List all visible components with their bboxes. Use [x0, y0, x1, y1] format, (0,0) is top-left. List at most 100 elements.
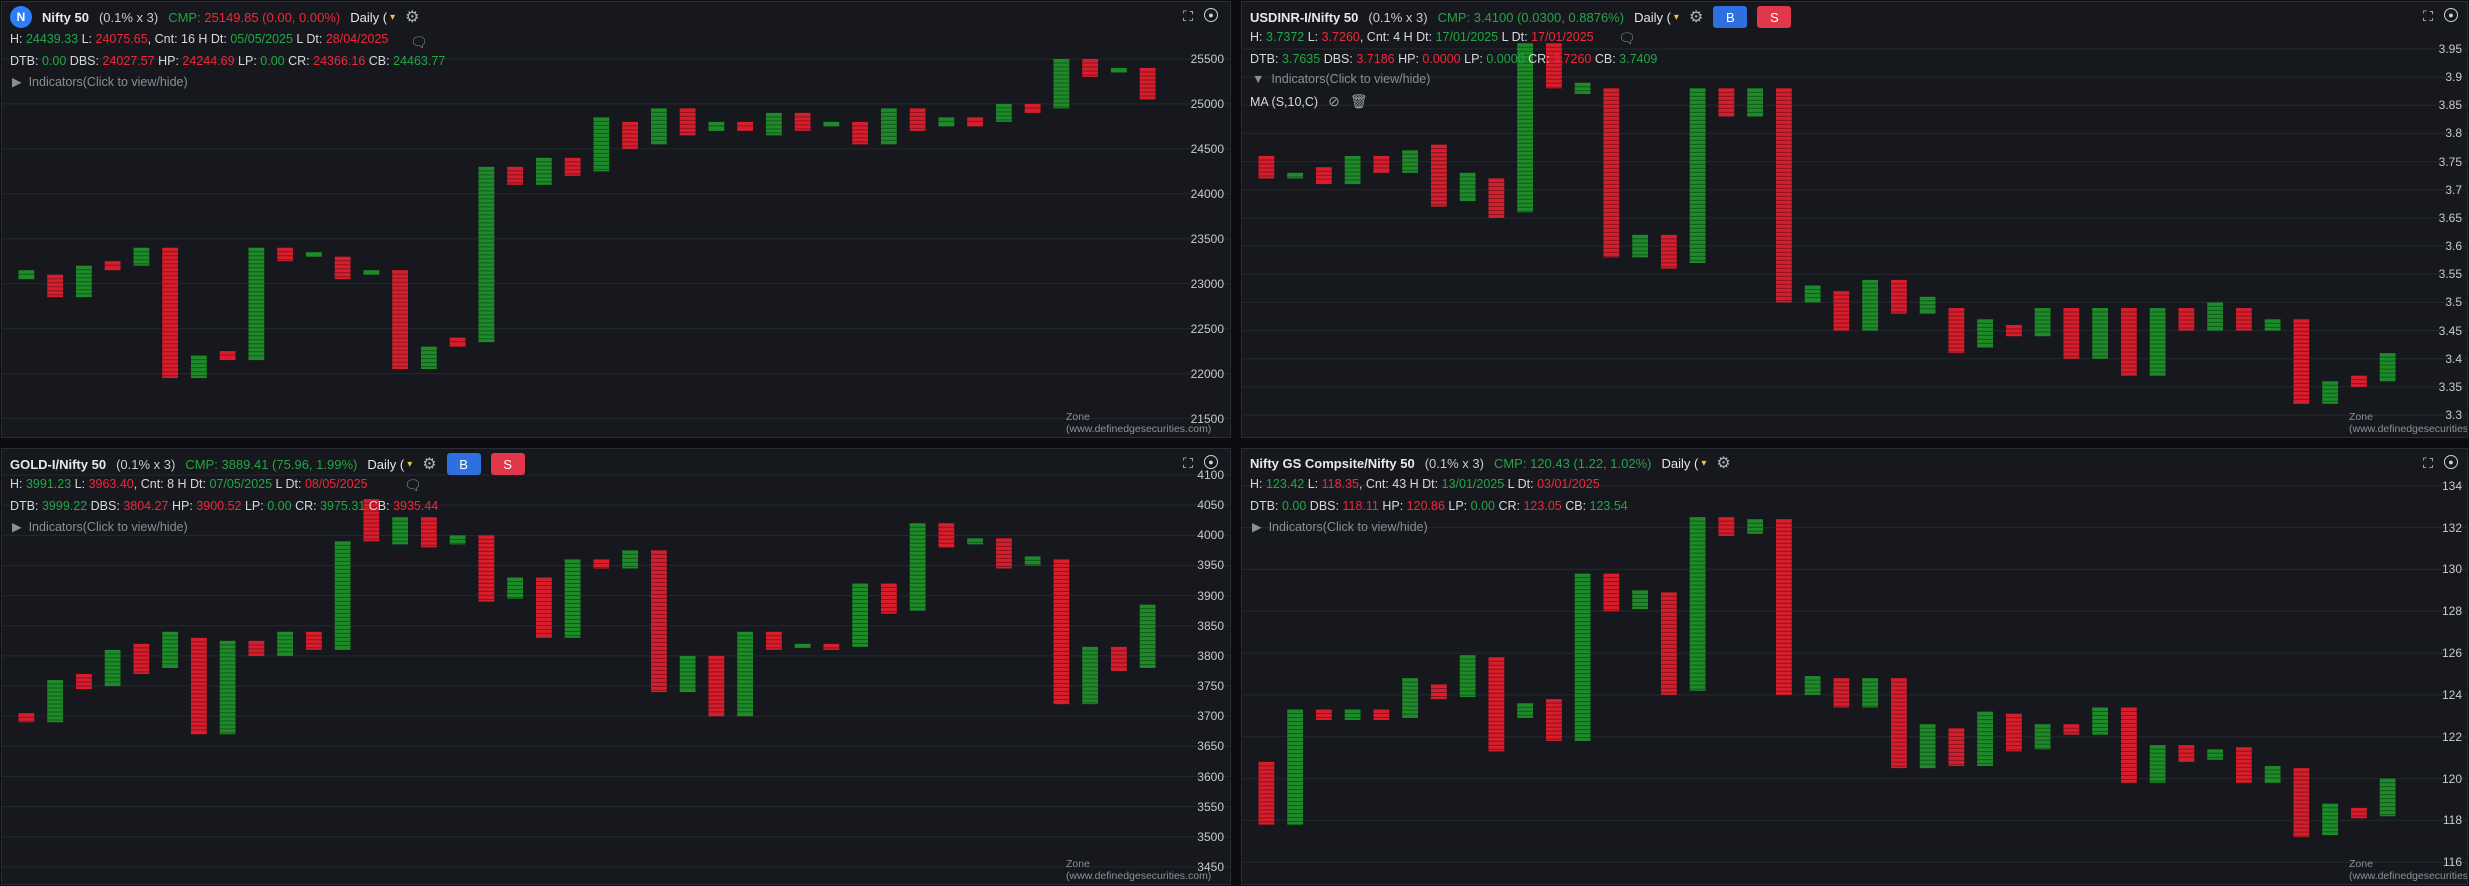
indicators-toggle[interactable]: ▶ Indicators(Click to view/hide)	[1252, 519, 1428, 534]
indicators-toggle[interactable]: ▼ Indicators(Click to view/hide)	[1252, 72, 1430, 86]
ma-label: MA (S,10,C)	[1250, 94, 1319, 109]
y-tick-label: 23500	[1190, 231, 1224, 246]
y-axis[interactable]: 134 132 130 128 126 124 122 120 118 116	[2418, 449, 2467, 884]
renko-chart[interactable]	[1242, 2, 2468, 438]
comment-icon[interactable]: 🗨	[404, 477, 422, 494]
expand-icon[interactable]: ⛶	[1180, 8, 1196, 24]
y-axis[interactable]: 4100 4050 4000 3950 3900 3850 3800 3750 3700 3650…	[1180, 449, 1230, 884]
renko-column-up	[2207, 749, 2224, 760]
renko-column-up	[1632, 234, 1649, 258]
gear-icon[interactable]: ⚙	[422, 454, 436, 474]
symbol-name[interactable]: GOLD-I/Nifty 50	[10, 457, 106, 472]
chart-panel-gold[interactable]: GOLD-I/Nifty 50 (0.1% x 3) CMP: 3889.41 …	[1, 448, 1231, 885]
camera-icon[interactable]: ●	[1204, 8, 1218, 22]
y-tick-label: 3650	[1197, 739, 1224, 754]
gear-icon[interactable]: ⚙	[1716, 453, 1730, 473]
stats-row-2: DTB: 3999.22 DBS: 3804.27 HP: 3900.52 LP…	[10, 499, 439, 513]
renko-column-down	[852, 121, 869, 145]
y-axis[interactable]: 3.95 3.9 3.85 3.8 3.75 3.7 3.65 3.6 3.55 3.5 3.45 3…	[2418, 2, 2467, 437]
stats-row-2: DTB: 0.00 DBS: 24027.57 HP: 24244.69 LP:…	[10, 54, 446, 68]
box-multiplier: (0.1% x 3)	[1368, 9, 1428, 25]
chart-panel-nifty50[interactable]: N Nifty 50 (0.1% x 3) CMP: 25149.85 (0.0…	[1, 1, 1231, 438]
renko-column-up	[305, 252, 322, 257]
y-tick-label: 22000	[1190, 366, 1224, 381]
comment-icon[interactable]: 🗨	[1618, 30, 1636, 47]
renko-column-up	[995, 103, 1012, 122]
y-tick-label: 3.9	[2445, 70, 2462, 85]
y-tick-label: 24000	[1190, 186, 1224, 201]
renko-column-down	[880, 583, 897, 614]
symbol-name[interactable]: USDINR-I/Nifty 50	[1250, 10, 1358, 25]
renko-column-down	[535, 577, 552, 638]
y-tick-label: 25500	[1190, 51, 1224, 66]
renko-column-down	[305, 631, 322, 650]
camera-icon[interactable]: ●	[1204, 455, 1218, 469]
timeframe-dropdown[interactable]: Daily (▾	[1662, 456, 1707, 471]
y-tick-label: 3850	[1197, 618, 1224, 633]
renko-chart[interactable]	[2, 449, 1231, 885]
chart-panel-usdinr[interactable]: USDINR-I/Nifty 50 (0.1% x 3) CMP: 3.4100…	[1241, 1, 2468, 438]
indicators-toggle[interactable]: ▶ Indicators(Click to view/hide)	[12, 74, 188, 89]
cmp-readout: CMP: 25149.85 (0.00, 0.00%)	[168, 9, 341, 25]
timeframe-dropdown[interactable]: Daily (▾	[350, 10, 395, 25]
camera-icon[interactable]: ●	[2444, 455, 2458, 469]
y-tick-label: 122	[2441, 729, 2462, 744]
expand-icon[interactable]: ⛶	[2420, 8, 2436, 24]
renko-column-up	[219, 640, 236, 735]
renko-column-up	[1110, 67, 1127, 73]
y-axis[interactable]: 25500 25000 24500 24000 23500 23000 22500 22000…	[1180, 2, 1230, 437]
timeframe-dropdown[interactable]: Daily (▾	[367, 457, 412, 472]
renko-column-down	[2178, 308, 2195, 331]
expand-icon[interactable]: ⛶	[2420, 455, 2436, 471]
buy-button[interactable]: B	[1713, 6, 1748, 28]
y-tick-label: 3.8	[2445, 126, 2462, 141]
y-tick-label: 3600	[1197, 769, 1224, 784]
sell-button[interactable]: S	[1757, 6, 1792, 28]
y-tick-label: 4050	[1197, 498, 1224, 513]
comment-icon[interactable]: 🗨	[410, 34, 428, 51]
y-tick-label: 3500	[1197, 829, 1224, 844]
y-tick-label: 3.7	[2445, 182, 2462, 197]
renko-column-down	[564, 157, 581, 176]
renko-column-down	[2235, 308, 2252, 331]
renko-chart[interactable]	[1242, 449, 2468, 885]
renko-column-up	[162, 631, 179, 668]
renko-column-down	[2350, 375, 2367, 387]
y-tick-label: 3.95	[2438, 41, 2462, 56]
camera-icon[interactable]: ●	[2444, 8, 2458, 22]
sell-button[interactable]: S	[490, 453, 525, 475]
renko-column-up	[794, 643, 811, 648]
renko-column-up	[104, 649, 121, 687]
timeframe-dropdown[interactable]: Daily (▾	[1634, 10, 1679, 25]
y-tick-label: 118	[2442, 813, 2462, 828]
stats-row-1: H: 3991.23 L: 3963.40, Cnt: 8 H Dt: 07/0…	[10, 477, 368, 491]
chart-panel-nifty-gs[interactable]: Nifty GS Compsite/Nifty 50 (0.1% x 3) CM…	[1241, 448, 2468, 885]
stats-row-2: DTB: 3.7635 DBS: 3.7186 HP: 0.0000 LP: 0…	[1250, 52, 1658, 66]
renko-column-up	[190, 355, 207, 379]
gear-icon[interactable]: ⚙	[1689, 7, 1703, 27]
eye-off-icon[interactable]: ⊘	[1328, 93, 1340, 110]
trash-icon[interactable]: 🗑	[1350, 93, 1368, 110]
y-tick-label: 3700	[1197, 709, 1224, 724]
y-tick-label: 3.4	[2445, 351, 2462, 366]
symbol-name[interactable]: Nifty GS Compsite/Nifty 50	[1250, 456, 1415, 471]
renko-column-up	[1402, 150, 1419, 173]
stats-row-1: H: 24439.33 L: 24075.65, Cnt: 16 H Dt: 0…	[10, 32, 389, 46]
renko-column-down	[1890, 279, 1907, 314]
buy-button[interactable]: B	[446, 453, 481, 475]
renko-column-down	[1258, 155, 1275, 179]
y-tick-label: 130	[2441, 562, 2462, 577]
y-tick-label: 4000	[1197, 528, 1224, 543]
y-tick-label: 3.6	[2445, 239, 2462, 254]
indicators-toggle[interactable]: ▶ Indicators(Click to view/hide)	[12, 519, 188, 534]
y-tick-label: 126	[2441, 646, 2462, 661]
renko-column-up	[1082, 646, 1099, 705]
renko-column-up	[622, 550, 639, 569]
expand-icon[interactable]: ⛶	[1180, 455, 1196, 471]
box-multiplier: (0.1% x 3)	[98, 9, 159, 25]
y-tick-label: 25000	[1190, 96, 1224, 111]
renko-column-down	[1258, 761, 1275, 825]
gear-icon[interactable]: ⚙	[405, 7, 419, 27]
renko-column-up	[1919, 724, 1936, 769]
symbol-name[interactable]: Nifty 50	[42, 10, 89, 25]
